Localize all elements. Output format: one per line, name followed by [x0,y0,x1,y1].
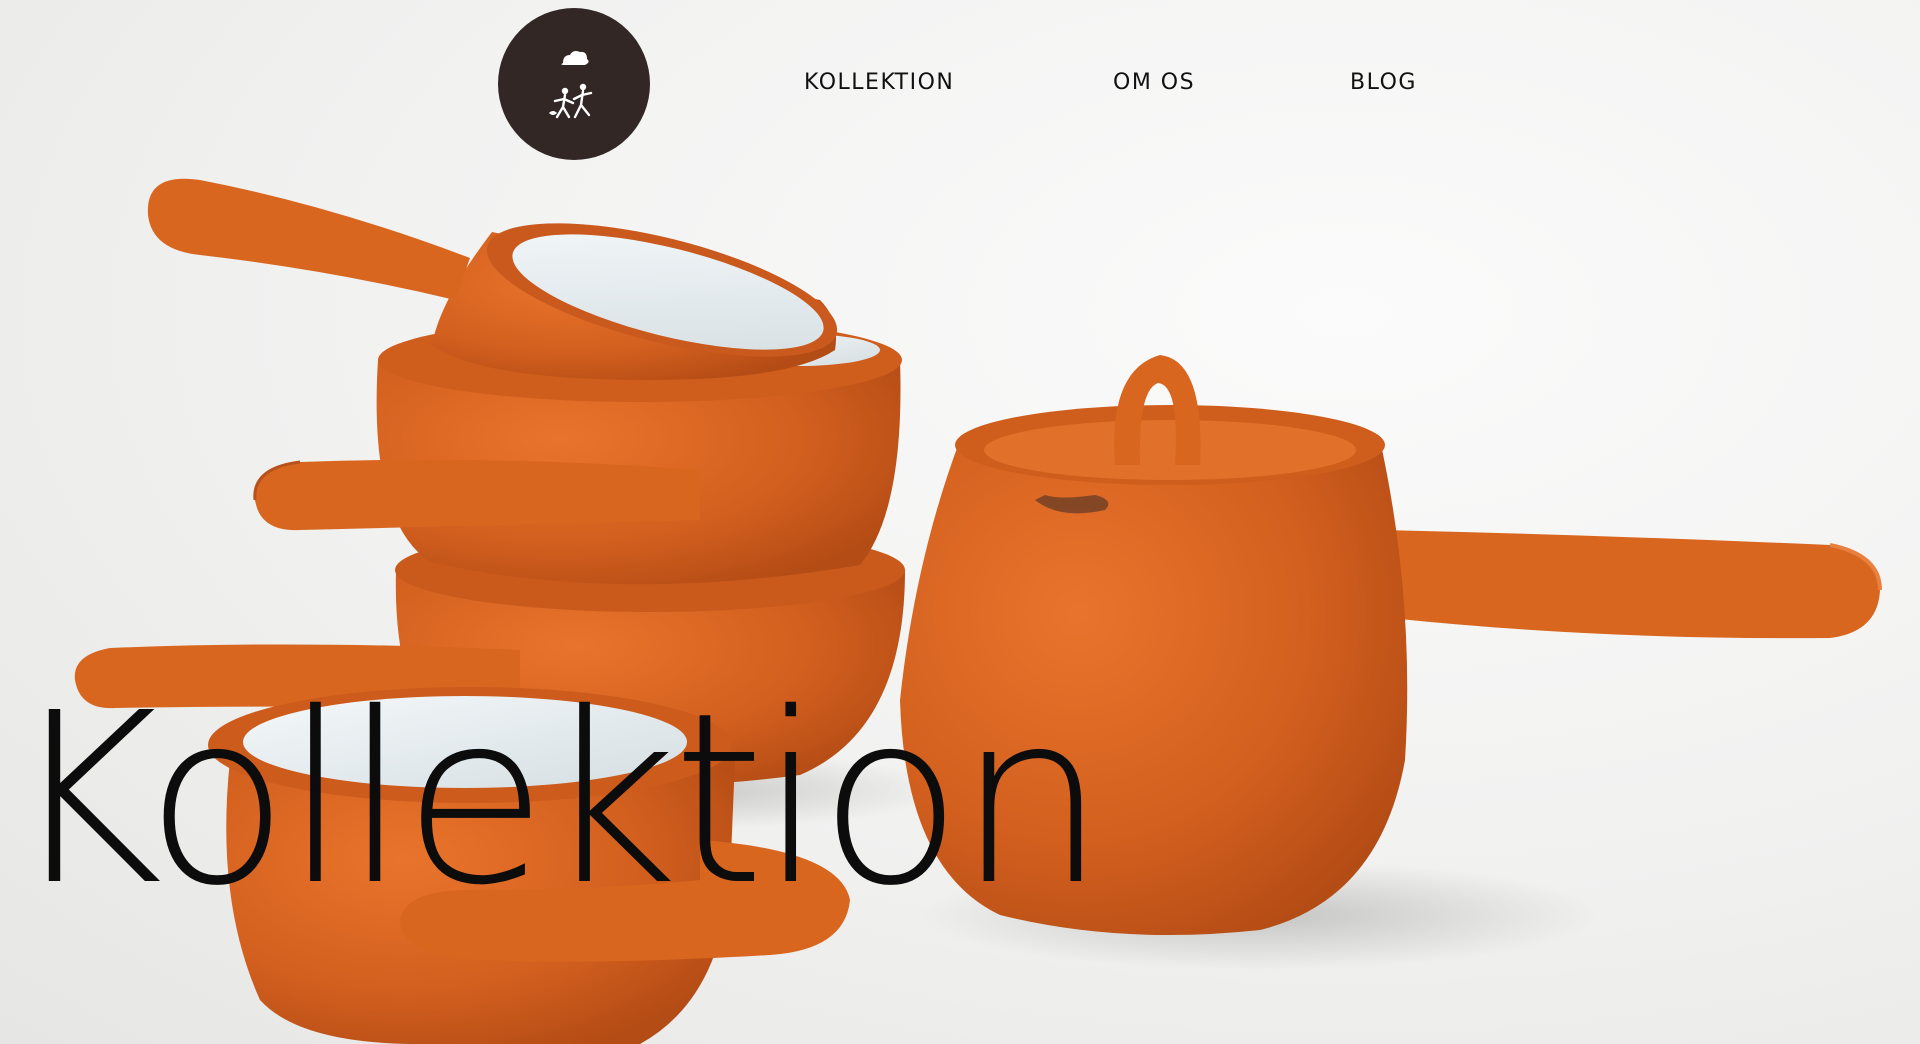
stacked-pan-top [147,178,838,380]
nav-link-blog[interactable]: BLOG [1350,70,1417,95]
page: KOLLEKTION OM OS BLOG Kollektion [0,0,1920,1044]
running-figures-logo-icon [549,51,593,119]
nav-link-om-os[interactable]: OM OS [1113,70,1195,95]
page-title: Kollektion [8,662,1106,937]
nav-link-kollektion[interactable]: KOLLEKTION [804,70,954,95]
logo-button[interactable] [498,8,650,160]
site-header: KOLLEKTION OM OS BLOG [0,0,1920,170]
